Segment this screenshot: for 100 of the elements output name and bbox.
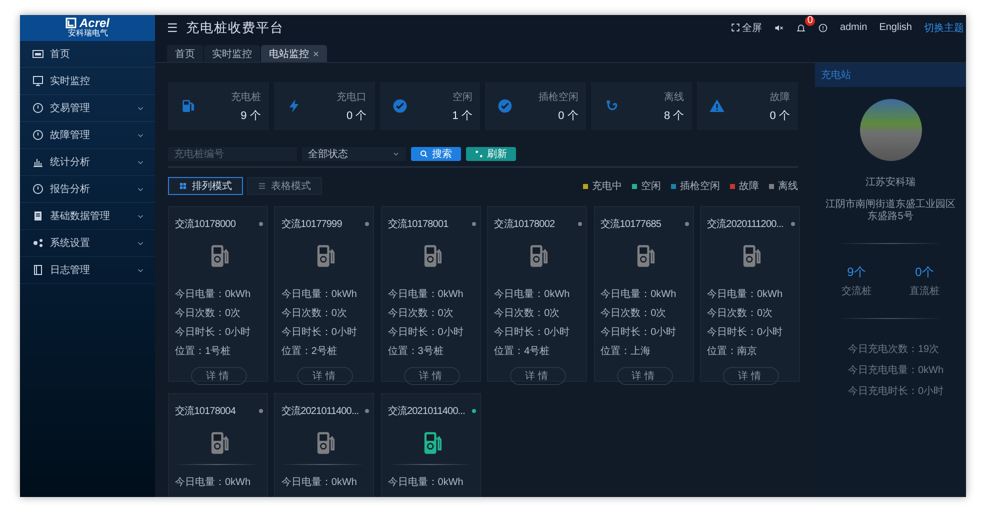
details-button[interactable]: 详情 bbox=[722, 367, 779, 385]
pile-name: 交流10178004 bbox=[175, 404, 236, 418]
status-dropdown[interactable]: 全部状态 bbox=[302, 147, 406, 161]
pile-stat: 今日次数：0次 bbox=[494, 307, 561, 321]
warning-icon bbox=[709, 98, 726, 114]
pile-stat: 今日电量：0kWh bbox=[388, 288, 464, 302]
page-tab[interactable]: 首页 bbox=[167, 45, 203, 62]
pile-stat: 位置：上海 bbox=[600, 344, 652, 359]
sidebar-item[interactable]: 基础数据管理 bbox=[20, 203, 155, 230]
fullscreen-icon bbox=[730, 23, 740, 32]
speaker-muted-icon bbox=[774, 22, 784, 32]
document-icon bbox=[32, 210, 44, 222]
list-icon bbox=[258, 182, 266, 190]
theme-switch-link[interactable]: 切换主题 bbox=[922, 20, 966, 34]
pile-stat: 今日次数：0次 bbox=[388, 307, 454, 321]
circle-icon bbox=[32, 102, 44, 114]
sidebar-item[interactable]: 实时监控 bbox=[20, 68, 155, 95]
sidebar-item[interactable]: 统计分析 bbox=[20, 149, 155, 176]
details-button[interactable]: 详情 bbox=[191, 367, 247, 385]
stat-label: 故障 bbox=[770, 90, 790, 104]
nodes-icon bbox=[32, 237, 44, 249]
user-menu[interactable]: admin bbox=[838, 22, 870, 33]
view-mode-tab[interactable]: 表格模式 bbox=[247, 177, 322, 195]
pile-stat: 今日电量：0kWh bbox=[175, 476, 252, 490]
pile-name: 交流2020111200... bbox=[706, 218, 784, 231]
details-button[interactable]: 详情 bbox=[404, 367, 460, 385]
pile-stat: 今日时长：0小时 bbox=[281, 326, 358, 340]
search-button[interactable]: 搜索 bbox=[411, 147, 461, 161]
station-name: 江苏安科瑞 bbox=[866, 176, 916, 189]
legend-label: 插枪空闲 bbox=[680, 180, 720, 193]
stat-value: 1 个 bbox=[452, 108, 472, 122]
search-field[interactable]: 充电桩编号 bbox=[168, 147, 297, 161]
stat-value: 0 个 bbox=[346, 108, 367, 122]
sidebar-item[interactable]: 故障管理 bbox=[20, 122, 155, 149]
logo-mark-icon bbox=[65, 17, 78, 29]
count-value: 0个 bbox=[915, 264, 934, 281]
stat-label: 插枪空闲 bbox=[538, 90, 578, 104]
stat-label: 充电口 bbox=[336, 90, 367, 104]
pile-stat: 今日电量：0kWh bbox=[600, 288, 678, 302]
details-button[interactable]: 详情 bbox=[616, 367, 673, 385]
pile-stat: 今日电量：0kWh bbox=[281, 476, 358, 490]
pile-stat: 位置：2号桩 bbox=[281, 344, 338, 359]
notification-badge: 0 bbox=[805, 16, 815, 26]
charging-pile-icon bbox=[180, 98, 196, 114]
stat-value: 8 个 bbox=[664, 108, 684, 122]
details-button[interactable]: 详情 bbox=[297, 367, 354, 385]
search-icon bbox=[420, 150, 428, 158]
book-icon bbox=[32, 264, 44, 276]
count-label: 直流桩 bbox=[910, 284, 940, 298]
pile-stat: 今日电量：0kWh bbox=[388, 476, 464, 490]
stat-value: 0 个 bbox=[558, 108, 578, 122]
pile-stat: 今日时长：0小时 bbox=[706, 326, 784, 340]
circle-icon bbox=[32, 129, 44, 141]
sidebar-item[interactable]: 报告分析 bbox=[20, 176, 155, 203]
app-title: 充电桩收费平台 bbox=[186, 18, 284, 36]
pile-name: 交流10177999 bbox=[281, 218, 342, 231]
count-label: 交流桩 bbox=[842, 284, 872, 298]
view-mode-tab[interactable]: 排列模式 bbox=[168, 177, 243, 195]
pile-stat: 今日电量：0kWh bbox=[706, 288, 784, 302]
pile-name: 交流10178001 bbox=[388, 218, 448, 231]
stat-value: 0 个 bbox=[770, 108, 790, 122]
fullscreen-button[interactable]: 全屏 bbox=[728, 20, 764, 34]
pile-stat: 今日电量：0kWh bbox=[281, 288, 358, 302]
pile-stat: 位置：南京 bbox=[706, 344, 758, 359]
today-stat: 今日充电电量：0kWh bbox=[848, 364, 944, 378]
station-address: 江阴市南闸街道东盛工业园区东盛路5号 bbox=[824, 199, 956, 223]
refresh-button[interactable]: 刷新 bbox=[466, 147, 516, 161]
details-button[interactable]: 详情 bbox=[510, 367, 566, 385]
help-icon bbox=[818, 22, 828, 32]
stat-label: 空闲 bbox=[452, 90, 472, 104]
pile-stat: 今日电量：0kWh bbox=[494, 288, 571, 302]
pile-stat: 今日时长：0小时 bbox=[388, 326, 464, 340]
stat-label: 充电桩 bbox=[230, 90, 261, 104]
notification-button[interactable] bbox=[794, 22, 808, 32]
sidebar-item[interactable]: 系统设置 bbox=[20, 230, 155, 257]
language-link[interactable]: English bbox=[877, 22, 914, 33]
pile-stat: 位置：1号桩 bbox=[175, 344, 232, 359]
sidebar-item[interactable]: 交易管理 bbox=[20, 95, 155, 122]
chevron-down-icon bbox=[392, 150, 400, 158]
menu-button[interactable]: ☰ bbox=[167, 20, 178, 34]
pile-name: 交流2021011400... bbox=[281, 404, 359, 418]
legend-label: 离线 bbox=[778, 180, 798, 193]
panel-title: 充电站 bbox=[815, 63, 966, 87]
pile-stat: 今日次数：0次 bbox=[281, 307, 348, 321]
monitor-icon bbox=[32, 75, 44, 87]
pile-stat: 今日时长：0小时 bbox=[494, 326, 571, 340]
check-circle-icon bbox=[497, 98, 514, 114]
brand-name: Acrel bbox=[79, 17, 110, 29]
today-stat: 今日充电次数：19次 bbox=[848, 342, 940, 357]
sidebar-item[interactable]: 日志管理 bbox=[20, 257, 155, 284]
pile-name: 交流2021011400... bbox=[388, 404, 465, 418]
stat-label: 离线 bbox=[664, 90, 684, 104]
pile-stat: 今日次数：0次 bbox=[175, 307, 242, 321]
legend-label: 充电中 bbox=[592, 180, 622, 193]
pile-stat: 今日次数：0次 bbox=[600, 307, 668, 321]
pile-name: 交流10178000 bbox=[175, 218, 236, 231]
page-tab[interactable]: 电站监控 bbox=[261, 45, 327, 62]
page-tab[interactable]: 实时监控 bbox=[204, 45, 260, 62]
close-icon bbox=[313, 50, 319, 56]
circle-icon bbox=[32, 183, 44, 195]
